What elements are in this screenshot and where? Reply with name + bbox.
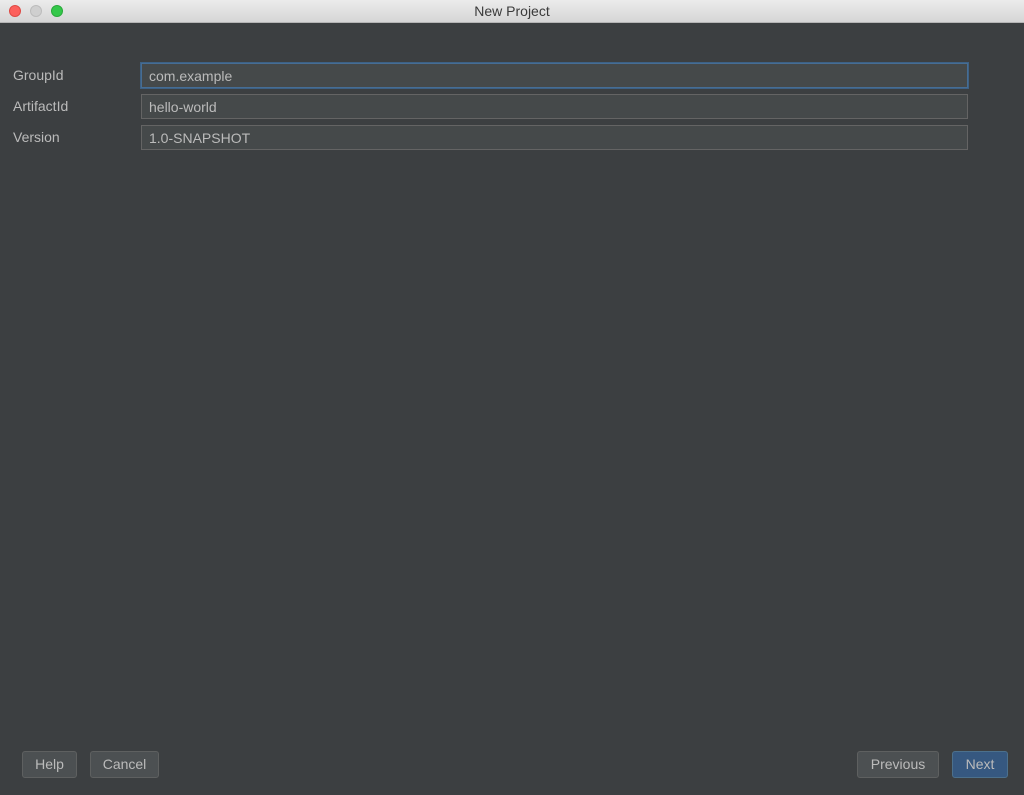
title-bar[interactable]: New Project: [0, 0, 1024, 23]
artifact-id-row: ArtifactId: [0, 94, 1024, 119]
group-id-row: GroupId: [0, 63, 1024, 88]
new-project-window: New Project GroupId ArtifactId Version H…: [0, 0, 1024, 795]
next-button[interactable]: Next: [952, 751, 1008, 778]
artifact-id-input[interactable]: [141, 94, 968, 119]
artifact-id-label: ArtifactId: [13, 98, 69, 114]
version-input[interactable]: [141, 125, 968, 150]
version-label: Version: [13, 129, 60, 145]
group-id-label: GroupId: [13, 67, 64, 83]
window-title: New Project: [474, 3, 550, 19]
help-button[interactable]: Help: [22, 751, 77, 778]
cancel-button[interactable]: Cancel: [90, 751, 159, 778]
version-row: Version: [0, 125, 1024, 150]
previous-button[interactable]: Previous: [857, 751, 939, 778]
group-id-input[interactable]: [141, 63, 968, 88]
